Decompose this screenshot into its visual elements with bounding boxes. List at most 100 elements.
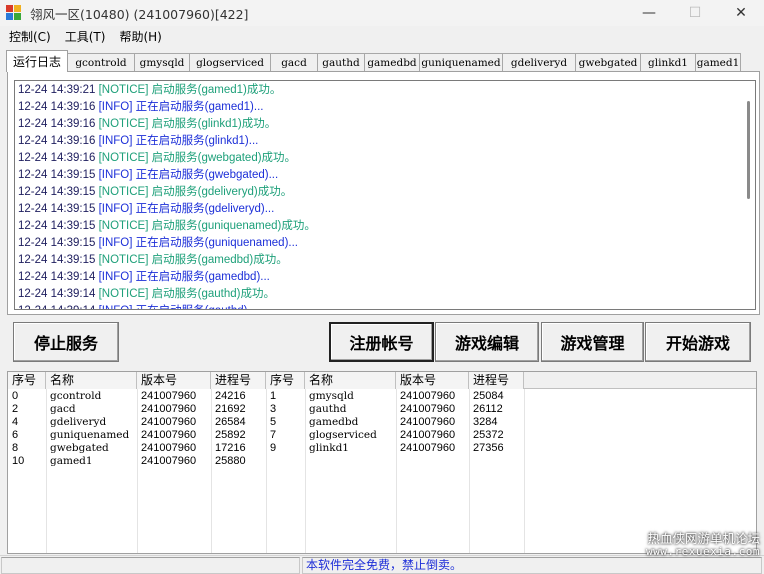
log-level: [NOTICE]	[98, 288, 149, 300]
log-line: 12-24 14:39:15 [INFO] 正在启动服务(gdeliveryd)…	[18, 201, 274, 218]
watermark-url: www.rexuexia.com	[646, 545, 760, 558]
tab-gacd[interactable]: gacd	[270, 53, 318, 72]
table-cell	[305, 455, 396, 468]
stop-service-button[interactable]: 停止服务	[13, 322, 119, 362]
log-message: 正在启动服务(guniquenamed)...	[135, 237, 298, 249]
table-row[interactable]: 2 gacd 241007960 21692 3 gauthd 241007960 26112	[8, 403, 756, 416]
table-cell: gdeliveryd	[50, 416, 107, 428]
log-level: [NOTICE]	[98, 186, 149, 198]
table-cell: 241007960	[400, 429, 456, 441]
game-manage-button[interactable]: 游戏管理	[541, 322, 644, 362]
log-line: 12-24 14:39:14 [NOTICE] 启动服务(gauthd)成功。	[18, 286, 275, 303]
column-header[interactable]: 进程号	[469, 372, 524, 389]
table-row[interactable]: 6 guniquenamed 241007960 25892 7 glogserviced…	[8, 429, 756, 442]
table-cell: 21692	[215, 403, 246, 415]
log-message: 正在启动服务(gamed1)...	[135, 101, 264, 113]
minimize-button[interactable]: —	[626, 0, 672, 26]
close-button[interactable]: ✕	[718, 0, 764, 26]
log-line: 12-24 14:39:16 [INFO] 正在启动服务(glinkd1)...	[18, 133, 258, 150]
table-cell: 5	[270, 416, 277, 428]
log-message: 正在启动服务(gauthd)...	[136, 305, 257, 309]
table-cell: gmysqld	[309, 390, 354, 402]
table-cell	[266, 455, 305, 468]
log-time: 12-24 14:39:14	[18, 271, 96, 283]
tab-gwebgated[interactable]: gwebgated	[575, 53, 641, 72]
status-message: 本软件完全免费，禁止倒卖。	[306, 558, 463, 572]
table-cell: 241007960	[400, 403, 456, 415]
log-time: 12-24 14:39:16	[18, 118, 96, 130]
tab-run-log[interactable]: 运行日志	[6, 50, 68, 72]
status-segment	[1, 557, 300, 574]
log-level: [NOTICE]	[98, 152, 149, 164]
column-header[interactable]: 进程号	[211, 372, 266, 389]
table-cell: 24216	[215, 390, 246, 402]
table-row[interactable]: 10 gamed1 241007960 25880	[8, 455, 756, 468]
log-scroll-thumb[interactable]	[747, 101, 750, 199]
table-row[interactable]: 8 gwebgated 241007960 17216 9 glinkd1 24100796…	[8, 442, 756, 455]
column-header[interactable]: 序号	[8, 372, 46, 389]
table-cell: 241007960	[141, 429, 197, 441]
table-row[interactable]: 4 gdeliveryd 241007960 26584 5 gamedbd 2410079…	[8, 416, 756, 429]
log-line: 12-24 14:39:16 [NOTICE] 启动服务(glinkd1)成功。	[18, 116, 276, 133]
tab-gamed1[interactable]: gamed1	[695, 53, 741, 72]
column-header[interactable]: 名称	[305, 372, 396, 389]
maximize-button[interactable]: ☐	[672, 0, 718, 26]
log-line: 12-24 14:39:15 [NOTICE] 启动服务(gdeliveryd)…	[18, 184, 292, 201]
table-cell: 1	[270, 390, 277, 402]
close-icon: ✕	[735, 5, 747, 21]
log-time: 12-24 14:39:14	[18, 305, 95, 309]
table-cell: 241007960	[141, 403, 197, 415]
log-message: 正在启动服务(gdeliveryd)...	[135, 203, 275, 215]
log-message: 启动服务(gwebgated)成功。	[151, 152, 297, 164]
start-game-button[interactable]: 开始游戏	[645, 322, 751, 362]
log-message: 启动服务(gdeliveryd)成功。	[151, 186, 293, 198]
log-level: [INFO]	[98, 101, 133, 113]
menu-tools[interactable]: 工具(T)	[58, 28, 113, 45]
log-line: 12-24 14:39:15 [NOTICE] 启动服务(guniquename…	[18, 218, 316, 235]
log-level: [INFO]	[98, 135, 133, 147]
tab-gmysqld[interactable]: gmysqld	[134, 53, 190, 72]
app-icon-square	[14, 5, 21, 12]
column-header[interactable]: 序号	[266, 372, 305, 389]
column-header[interactable]: 版本号	[396, 372, 469, 389]
log-line: 12-24 14:39:21 [NOTICE] 启动服务(gamed1)成功。	[18, 82, 281, 99]
table-cell: 25892	[215, 429, 246, 441]
tab-glogserviced[interactable]: glogserviced	[189, 53, 271, 72]
minimize-icon: —	[642, 5, 656, 21]
tab-gauthd[interactable]: gauthd	[317, 53, 365, 72]
tab-gamedbd[interactable]: gamedbd	[364, 53, 420, 72]
table-row[interactable]: 0 gcontrold 241007960 24216 1 gmysqld 24100796…	[8, 390, 756, 403]
tab-glinkd1[interactable]: glinkd1	[640, 53, 696, 72]
menu-control[interactable]: 控制(C)	[2, 28, 58, 45]
log-time: 12-24 14:39:16	[18, 152, 96, 164]
table-cell: 10	[12, 455, 25, 467]
table-cell: 3	[270, 403, 277, 415]
menu-help[interactable]: 帮助(H)	[112, 28, 168, 45]
table-cell	[469, 455, 524, 468]
tab-guniquenamed[interactable]: guniquenamed	[419, 53, 503, 72]
log-message: 正在启动服务(gamedbd)...	[135, 271, 270, 283]
table-cell: 241007960	[141, 390, 197, 402]
process-table[interactable]: 序号 名称 版本号 进程号 序号 名称 版本号 进程号 0 gcontrold 241007960…	[7, 371, 757, 554]
watermark: 热血侠网游单机论坛 www.rexuexia.com	[646, 532, 760, 558]
app-icon-square	[14, 13, 21, 20]
table-cell: 26584	[215, 416, 246, 428]
table-cell: 0	[12, 390, 19, 402]
column-header[interactable]: 版本号	[137, 372, 211, 389]
tab-gcontrold[interactable]: gcontrold	[67, 53, 135, 72]
table-cell: gauthd	[309, 403, 347, 415]
column-header[interactable]: 名称	[46, 372, 137, 389]
table-cell: 241007960	[400, 416, 456, 428]
watermark-title: 热血侠网游单机论坛	[647, 531, 760, 546]
tab-gdeliveryd[interactable]: gdeliveryd	[502, 53, 576, 72]
table-cell: 241007960	[141, 416, 197, 428]
log-output[interactable]: 12-24 14:39:14 [INFO] 正在启动服务(gauthd)... 1…	[14, 80, 756, 310]
game-edit-button[interactable]: 游戏编辑	[435, 322, 539, 362]
table-cell: gamed1	[50, 455, 93, 467]
log-line: 12-24 14:39:15 [INFO] 正在启动服务(guniquename…	[18, 235, 298, 252]
log-scrollbar[interactable]	[739, 81, 755, 309]
register-account-button[interactable]: 注册帐号	[329, 322, 434, 362]
log-time: 12-24 14:39:15	[18, 186, 96, 198]
log-message: 启动服务(gauthd)成功。	[151, 288, 275, 300]
log-line: 12-24 14:39:15 [INFO] 正在启动服务(gwebgated).…	[18, 167, 278, 184]
